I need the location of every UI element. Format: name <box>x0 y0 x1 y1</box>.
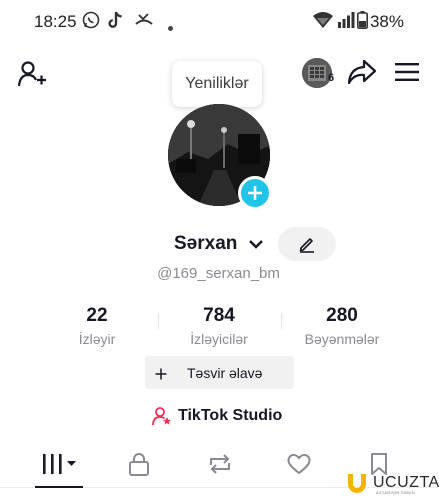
following-label: İzləyir <box>78 331 116 347</box>
signal-icon <box>337 11 355 34</box>
tiktok-studio-link[interactable]: TikTok Studio <box>152 405 282 427</box>
hamburger-icon <box>395 63 419 81</box>
likes-stat[interactable]: 280 Bəyənmələr <box>282 305 402 347</box>
add-bio-button[interactable]: Təsvir əlavə <box>145 356 294 389</box>
followers-stat[interactable]: 784 İzləyicilər <box>159 305 279 347</box>
add-friend-button[interactable] <box>14 57 50 91</box>
studio-user-icon <box>152 407 171 426</box>
wifi-icon <box>312 11 334 34</box>
dot-icon <box>168 18 173 36</box>
watermark-tagline: AXTARIŞIN SƏNİN <box>376 490 415 495</box>
tiktok-icon <box>108 11 124 34</box>
menu-button[interactable] <box>393 60 421 84</box>
notification-count: 6 <box>328 72 335 84</box>
tooltip-label: Yeniliklər <box>185 75 249 92</box>
name-row: Sərxan <box>0 230 439 260</box>
tab-videos[interactable] <box>30 442 90 486</box>
followers-label: İzləyicilər <box>190 331 248 347</box>
following-count: 22 <box>86 305 108 326</box>
display-name[interactable]: Sərxan <box>174 233 237 255</box>
grid-icon <box>43 454 76 474</box>
likes-count: 280 <box>326 305 358 326</box>
status-bar: 18:25 38% <box>0 0 439 42</box>
likes-label: Bəyənmələr <box>304 331 380 347</box>
news-tooltip[interactable]: Yeniliklər <box>172 61 262 107</box>
missed-call-icon <box>134 11 154 34</box>
tab-liked[interactable] <box>269 442 329 486</box>
add-user-icon <box>17 61 46 87</box>
add-avatar-button[interactable] <box>238 176 272 210</box>
repost-icon <box>210 454 230 474</box>
battery-icon <box>357 11 368 34</box>
share-icon <box>347 59 377 85</box>
whatsapp-icon <box>82 11 100 34</box>
chevron-down-icon[interactable] <box>248 237 264 255</box>
edit-profile-button[interactable] <box>278 227 336 261</box>
tab-reposts[interactable] <box>190 442 250 486</box>
tab-active-indicator <box>35 486 83 488</box>
plus-icon <box>248 186 262 200</box>
share-button[interactable] <box>346 58 378 86</box>
battery-percent: 38% <box>369 12 404 31</box>
heart-icon <box>287 454 311 475</box>
following-stat[interactable]: 22 İzləyir <box>37 305 157 347</box>
followers-count: 784 <box>203 305 235 326</box>
pencil-icon <box>299 238 314 253</box>
username: @169_serxan_bm <box>157 265 280 282</box>
status-time: 18:25 <box>34 12 77 31</box>
lock-icon <box>129 453 149 476</box>
tiktok-studio-label: TikTok Studio <box>178 407 283 424</box>
plus-icon <box>155 367 167 379</box>
add-bio-label: Təsvir əlavə <box>187 364 263 381</box>
tab-private[interactable] <box>109 442 169 486</box>
ucuztap-logo-icon <box>348 474 366 493</box>
